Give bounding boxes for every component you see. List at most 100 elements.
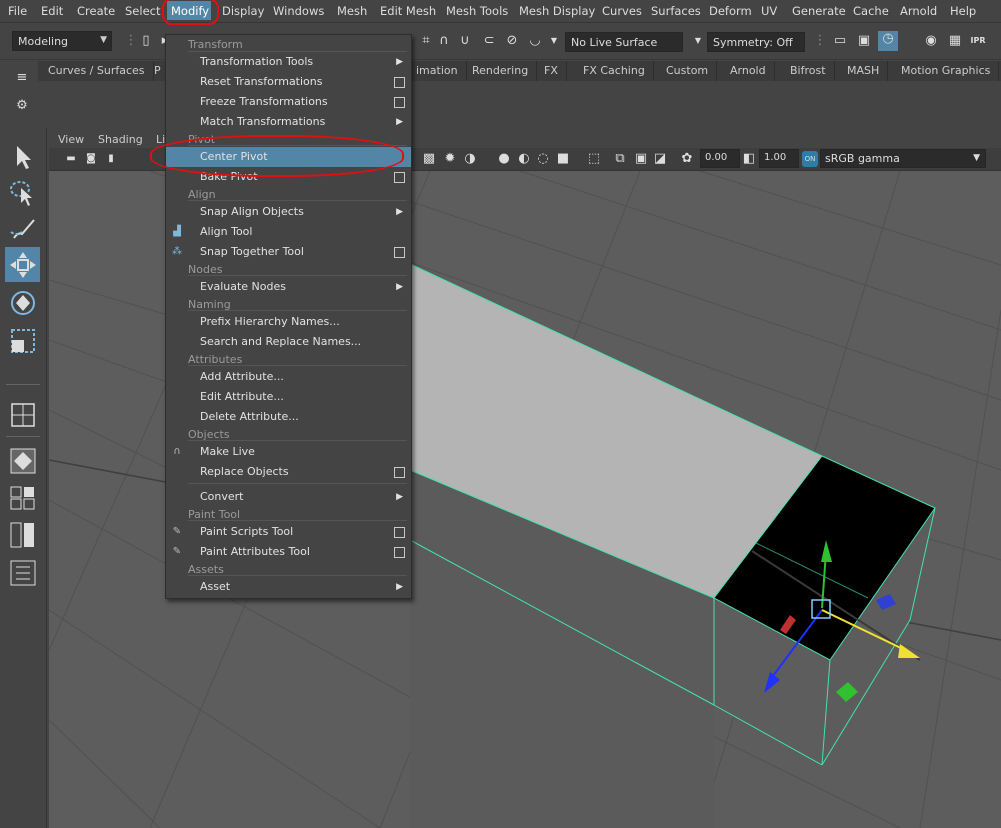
new-scene-icon[interactable]: ▯ bbox=[138, 33, 154, 49]
snap-projected-icon[interactable]: ⊂ bbox=[481, 33, 497, 49]
menu-curves[interactable]: Curves bbox=[602, 4, 642, 18]
shadows-icon[interactable]: ◑ bbox=[462, 151, 478, 167]
menu-uv[interactable]: UV bbox=[761, 4, 777, 18]
menu-mesh-tools[interactable]: Mesh Tools bbox=[446, 4, 508, 18]
menu-select[interactable]: Select bbox=[125, 4, 160, 18]
hud-toggle-icon[interactable]: ▣ bbox=[856, 33, 872, 49]
scale-tool-icon[interactable] bbox=[8, 326, 38, 356]
visibility-icon[interactable]: ◉ bbox=[923, 33, 939, 49]
menu-deform[interactable]: Deform bbox=[709, 4, 752, 18]
viewport-menu-lighting[interactable]: Li bbox=[156, 133, 165, 146]
move-tool-icon[interactable] bbox=[8, 250, 38, 280]
menu-item-match-transformations[interactable]: Match Transformations ▶ bbox=[166, 112, 411, 132]
menu-create[interactable]: Create bbox=[77, 4, 115, 18]
snap-view-plane-icon[interactable]: ⊘ bbox=[504, 33, 520, 49]
ipr-render-icon[interactable]: IPR bbox=[970, 33, 986, 49]
bookmark-icon[interactable]: ▮ bbox=[103, 151, 119, 167]
outliner-layout-icon[interactable] bbox=[8, 558, 38, 588]
shelf-tab-bifrost[interactable]: Bifrost bbox=[782, 61, 835, 81]
xray-icon[interactable]: ⧉ bbox=[612, 151, 628, 167]
light-icon[interactable]: ✹ bbox=[442, 151, 458, 167]
menu-item-prefix-hierarchy-names[interactable]: Prefix Hierarchy Names... bbox=[166, 312, 411, 332]
menu-item-add-attribute[interactable]: Add Attribute... bbox=[166, 367, 411, 387]
menu-item-paint-scripts-tool[interactable]: ✎ Paint Scripts Tool bbox=[166, 522, 411, 542]
motion-blur-icon[interactable]: ◐ bbox=[516, 151, 532, 167]
show-object-icon[interactable]: ▭ bbox=[832, 33, 848, 49]
menu-modify[interactable]: Modify bbox=[171, 4, 209, 18]
shading-wireframe-icon[interactable]: ▩ bbox=[421, 151, 437, 167]
menu-surfaces[interactable]: Surfaces bbox=[651, 4, 701, 18]
viewport-menu-view[interactable]: View bbox=[58, 133, 84, 146]
shelf-tab-fx-caching[interactable]: FX Caching bbox=[575, 61, 654, 81]
menu-item-replace-objects[interactable]: Replace Objects bbox=[166, 462, 411, 482]
xray-components-icon[interactable]: ◪ bbox=[652, 151, 668, 167]
option-box-icon[interactable] bbox=[394, 547, 405, 558]
isolate-select-icon[interactable]: ⬚ bbox=[586, 151, 602, 167]
menu-item-align-tool[interactable]: ▟ Align Tool bbox=[166, 222, 411, 242]
option-box-icon[interactable] bbox=[394, 172, 405, 183]
gear-icon[interactable]: ⚙ bbox=[14, 98, 30, 114]
menu-item-bake-pivot[interactable]: Bake Pivot bbox=[166, 167, 411, 187]
single-view-layout-icon[interactable] bbox=[8, 400, 38, 430]
antialiasing-icon[interactable]: ◌ bbox=[535, 151, 551, 167]
menu-file[interactable]: File bbox=[8, 4, 27, 18]
menu-item-snap-align-objects[interactable]: Snap Align Objects ▶ bbox=[166, 202, 411, 222]
color-space-dropdown[interactable]: sRGB gamma ▼ bbox=[820, 149, 986, 168]
viewport-menu-shading[interactable]: Shading bbox=[98, 133, 143, 146]
menu-display[interactable]: Display bbox=[222, 4, 264, 18]
menuset-dropdown[interactable]: Modeling ▼ bbox=[12, 31, 112, 51]
snap-point-icon[interactable]: ∪ bbox=[457, 33, 473, 49]
ambient-occlusion-icon[interactable]: ● bbox=[496, 151, 512, 167]
shelf-tab-arnold[interactable]: Arnold bbox=[722, 61, 775, 81]
shelf-menu-icon[interactable]: ≡ bbox=[14, 70, 30, 86]
menu-item-transformation-tools[interactable]: Transformation Tools ▶ bbox=[166, 52, 411, 72]
camera-icon[interactable]: ▬ bbox=[63, 151, 79, 167]
menu-mesh[interactable]: Mesh bbox=[337, 4, 367, 18]
exposure-icon[interactable]: ✿ bbox=[679, 151, 695, 167]
option-box-icon[interactable] bbox=[394, 527, 405, 538]
menu-arnold[interactable]: Arnold bbox=[900, 4, 937, 18]
color-management-icon[interactable]: ON bbox=[802, 151, 818, 167]
menu-item-evaluate-nodes[interactable]: Evaluate Nodes ▶ bbox=[166, 277, 411, 297]
shelf-tab-rendering[interactable]: Rendering bbox=[464, 61, 538, 81]
menu-item-delete-attribute[interactable]: Delete Attribute... bbox=[166, 407, 411, 427]
shelf-tab-custom[interactable]: Custom bbox=[658, 61, 718, 81]
rotate-tool-icon[interactable] bbox=[8, 288, 38, 318]
menu-generate[interactable]: Generate bbox=[792, 4, 846, 18]
menu-item-snap-together-tool[interactable]: ⁂ Snap Together Tool bbox=[166, 242, 411, 262]
option-box-icon[interactable] bbox=[394, 77, 405, 88]
menu-edit-mesh[interactable]: Edit Mesh bbox=[380, 4, 436, 18]
option-box-icon[interactable] bbox=[394, 97, 405, 108]
split-layout-icon[interactable] bbox=[8, 520, 38, 550]
exposure-field[interactable]: 0.00 bbox=[700, 149, 740, 168]
menu-windows[interactable]: Windows bbox=[273, 4, 324, 18]
menu-edit[interactable]: Edit bbox=[41, 4, 63, 18]
xray-joints-icon[interactable]: ▣ bbox=[633, 151, 649, 167]
menu-cache[interactable]: Cache bbox=[853, 4, 889, 18]
menu-item-reset-transformations[interactable]: Reset Transformations bbox=[166, 72, 411, 92]
depth-of-field-icon[interactable]: ■ bbox=[555, 151, 571, 167]
symmetry-field[interactable]: Symmetry: Off bbox=[707, 32, 805, 52]
render-frame-icon[interactable]: ▦ bbox=[947, 33, 963, 49]
camera-attributes-icon[interactable]: ◙ bbox=[83, 151, 99, 167]
menu-mesh-display[interactable]: Mesh Display bbox=[519, 4, 595, 18]
shelf-tab-mash[interactable]: MASH bbox=[839, 61, 889, 81]
menu-item-paint-attributes-tool[interactable]: ✎ Paint Attributes Tool bbox=[166, 542, 411, 562]
chevron-down-icon[interactable]: ▼ bbox=[690, 33, 706, 49]
panel-layout-icon[interactable] bbox=[8, 482, 38, 512]
shelf-tab-motion-graphics[interactable]: Motion Graphics bbox=[893, 61, 1000, 81]
lasso-tool-icon[interactable] bbox=[8, 178, 38, 208]
gamma-field[interactable]: 1.00 bbox=[759, 149, 799, 168]
make-live-icon[interactable]: ◡ bbox=[527, 33, 543, 49]
shelf-tab-animation[interactable]: imation bbox=[408, 61, 467, 81]
menu-help[interactable]: Help bbox=[950, 4, 976, 18]
chevron-down-icon[interactable]: ▼ bbox=[546, 33, 562, 49]
menu-item-edit-attribute[interactable]: Edit Attribute... bbox=[166, 387, 411, 407]
shelf-tab-fx[interactable]: FX bbox=[536, 61, 567, 81]
option-box-icon[interactable] bbox=[394, 247, 405, 258]
menu-item-convert[interactable]: Convert ▶ bbox=[166, 487, 411, 507]
shelf-tab-curves-surfaces[interactable]: Curves / Surfaces bbox=[40, 61, 154, 81]
live-surface-field[interactable]: No Live Surface bbox=[565, 32, 683, 52]
menu-item-asset[interactable]: Asset ▶ bbox=[166, 577, 411, 597]
select-tool-icon[interactable] bbox=[8, 142, 38, 172]
